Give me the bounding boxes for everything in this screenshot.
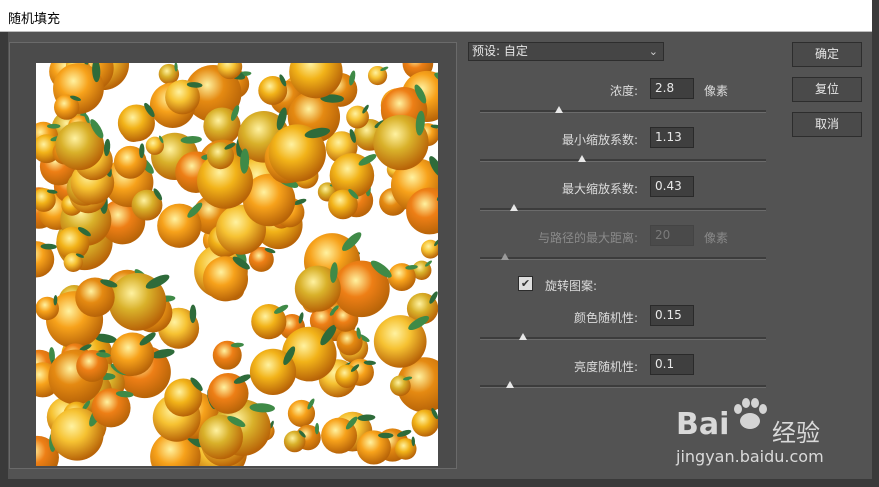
orange-shape bbox=[36, 294, 59, 321]
brightness-random-label: 亮度随机性: bbox=[573, 360, 638, 374]
orange-shape bbox=[367, 65, 389, 86]
brightness-random-slider-thumb[interactable] bbox=[506, 381, 514, 388]
preset-dropdown[interactable]: 预设: 自定 ⌄ bbox=[468, 42, 664, 61]
orange-shape bbox=[387, 263, 418, 292]
max-distance-label: 与路径的最大距离: bbox=[537, 231, 638, 245]
color-random-label: 颜色随机性: bbox=[573, 311, 638, 325]
ok-button[interactable]: 确定 bbox=[792, 42, 862, 67]
density-input[interactable]: 2.8 bbox=[650, 78, 694, 99]
rotate-label: 旋转图案: bbox=[545, 279, 598, 293]
title-bar: 随机填充 bbox=[0, 0, 872, 32]
color-random-input[interactable]: 0.15 bbox=[650, 305, 694, 326]
orange-shape bbox=[268, 124, 331, 182]
orange-shape bbox=[36, 241, 57, 278]
max-scale-input[interactable]: 0.43 bbox=[650, 176, 694, 197]
max-distance-slider-thumb bbox=[501, 253, 509, 260]
orange-shape bbox=[411, 408, 438, 437]
min-scale-label: 最小缩放系数: bbox=[561, 133, 638, 147]
orange-shape bbox=[249, 346, 297, 395]
max-distance-unit: 像素 bbox=[704, 231, 729, 245]
density-unit: 像素 bbox=[704, 84, 729, 98]
chevron-down-icon: ⌄ bbox=[648, 45, 658, 58]
paw-icon bbox=[734, 398, 767, 429]
orange-shape bbox=[287, 398, 316, 428]
orange-shape bbox=[157, 202, 203, 248]
watermark-brand2: 经验 bbox=[772, 419, 820, 447]
orange-shape bbox=[373, 110, 429, 171]
max-distance-input: 20 bbox=[650, 225, 694, 246]
watermark-url: jingyan.baidu.com bbox=[676, 447, 824, 466]
reset-button[interactable]: 复位 bbox=[792, 77, 862, 102]
orange-shape bbox=[91, 388, 134, 428]
max-distance-slider bbox=[480, 257, 766, 260]
min-scale-slider-thumb[interactable] bbox=[578, 155, 586, 162]
min-scale-slider[interactable] bbox=[480, 159, 766, 162]
rotate-checkbox[interactable]: ✔ bbox=[518, 276, 533, 291]
brightness-random-slider[interactable] bbox=[480, 385, 766, 388]
preview-image bbox=[36, 63, 438, 466]
density-slider-thumb[interactable] bbox=[555, 106, 563, 113]
orange-shape bbox=[421, 239, 438, 259]
min-scale-input[interactable]: 1.13 bbox=[650, 127, 694, 148]
orange-shape bbox=[145, 135, 164, 155]
brightness-random-input[interactable]: 0.1 bbox=[650, 354, 694, 375]
max-scale-slider[interactable] bbox=[480, 208, 766, 211]
max-scale-slider-thumb[interactable] bbox=[510, 204, 518, 211]
density-slider[interactable] bbox=[480, 110, 766, 113]
orange-shape bbox=[212, 340, 244, 370]
max-scale-label: 最大缩放系数: bbox=[561, 182, 638, 196]
orange-shape bbox=[117, 102, 155, 142]
preset-label: 预设: 自定 bbox=[472, 44, 528, 58]
window-title: 随机填充 bbox=[8, 12, 61, 27]
orange-shape bbox=[294, 262, 341, 312]
baidu-jingyan-watermark: Bai 经验 jingyan.baidu.com bbox=[676, 395, 840, 475]
cancel-button[interactable]: 取消 bbox=[792, 112, 862, 137]
orange-shape bbox=[113, 143, 147, 179]
density-label: 浓度: bbox=[609, 84, 638, 98]
color-random-slider-thumb[interactable] bbox=[519, 333, 527, 340]
pattern-preview bbox=[36, 63, 438, 466]
watermark-brand: Bai bbox=[676, 407, 730, 442]
orange-shape bbox=[258, 74, 288, 105]
preview-frame bbox=[9, 42, 457, 469]
